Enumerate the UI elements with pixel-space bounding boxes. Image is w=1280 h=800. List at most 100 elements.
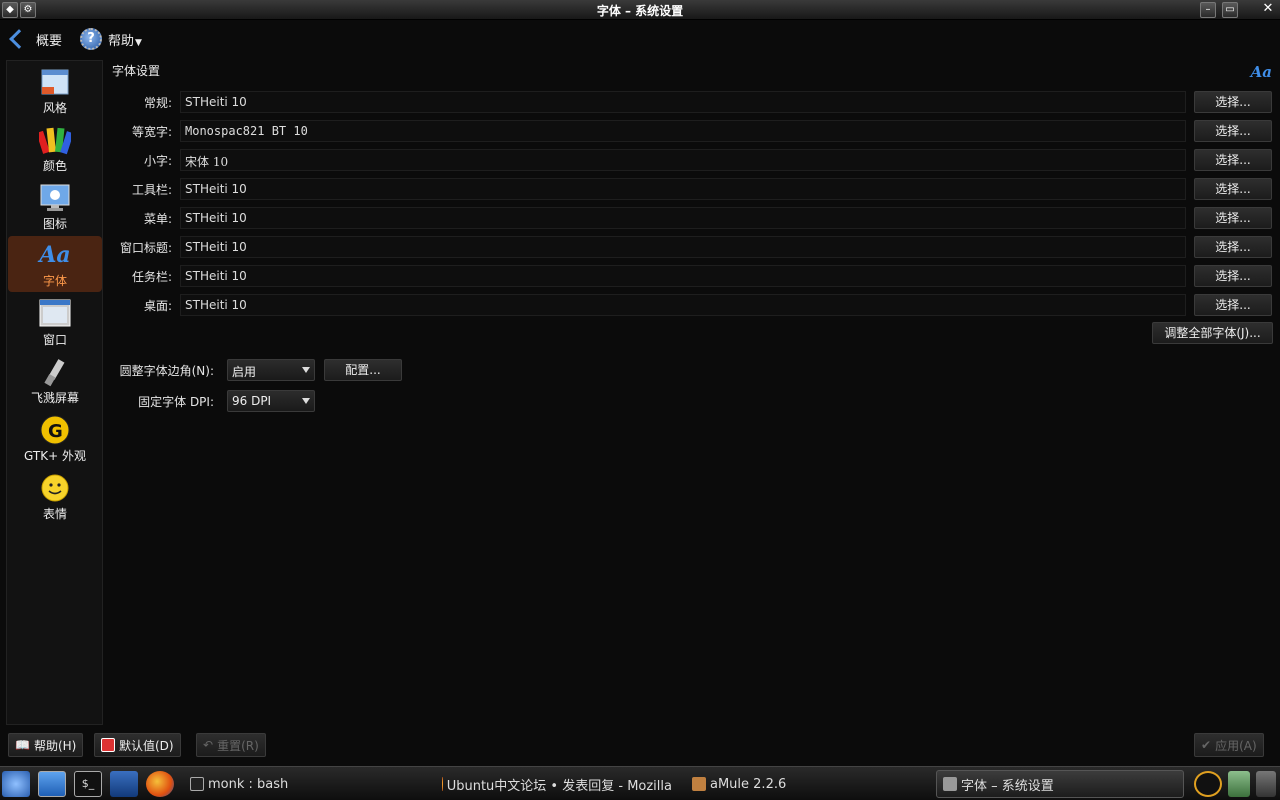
choose-button-fixed[interactable]: 选择... xyxy=(1194,120,1272,142)
chevron-down-icon: ▼ xyxy=(135,38,142,48)
sidebar-item-style[interactable]: 风格 xyxy=(8,63,102,119)
font-row-label: 桌面: xyxy=(143,299,172,313)
back-arrow-icon xyxy=(9,29,29,49)
antialias-config-button[interactable]: 配置... xyxy=(324,359,402,381)
window-icon xyxy=(39,299,71,329)
app-launcher-icon[interactable] xyxy=(2,771,30,797)
emoticon-icon xyxy=(39,473,71,503)
sidebar-item-label: 颜色 xyxy=(42,159,67,173)
checkmark-icon: ✔ xyxy=(1201,738,1212,752)
undo-icon: ↶ xyxy=(203,738,214,752)
font-row-desktop: 桌面: STHeiti 10 选择... xyxy=(104,293,1280,317)
chevron-down-icon xyxy=(302,367,310,373)
firefox-icon xyxy=(442,777,443,791)
help-button[interactable]: 📖 帮助(H) xyxy=(8,733,84,757)
reset-button-label: 重置(R) xyxy=(217,738,259,753)
task-amule[interactable]: aMule 2.2.6 xyxy=(686,770,926,798)
sidebar-item-label: 窗口 xyxy=(42,333,67,347)
splash-screen-icon xyxy=(39,357,71,387)
font-row-label: 小字: xyxy=(143,154,172,168)
apply-button[interactable]: ✔ 应用(A) xyxy=(1194,733,1264,757)
sidebar-item-splash[interactable]: 飞溅屏幕 xyxy=(8,353,102,409)
help-gear-icon: ? xyxy=(80,28,102,50)
sidebar-item-color[interactable]: 颜色 xyxy=(8,121,102,177)
clock-icon[interactable] xyxy=(1194,771,1222,797)
sidebar: 风格 颜色 图标 Aa 字体 窗口 飞溅屏幕 G GTK+ 外观 表情 xyxy=(6,60,103,725)
style-icon xyxy=(39,67,71,97)
sidebar-item-label: 字体 xyxy=(42,274,67,288)
section-title: 字体设置 xyxy=(112,64,161,78)
choose-button-desktop[interactable]: 选择... xyxy=(1194,294,1272,316)
font-row-fixed: 等宽字: Monospac821 BT 10 选择... xyxy=(104,119,1280,143)
task-label: 字体 – 系统设置 xyxy=(961,778,1054,794)
sidebar-item-icons[interactable]: 图标 xyxy=(8,179,102,235)
task-bash[interactable]: monk : bash xyxy=(184,770,424,798)
help-label: 帮助 xyxy=(108,33,135,49)
font-aa-icon: Aa xyxy=(1250,63,1272,81)
sidebar-item-label: 表情 xyxy=(42,507,67,521)
choose-button-small[interactable]: 选择... xyxy=(1194,149,1272,171)
font-value-window-title: STHeiti 10 xyxy=(180,236,1186,258)
defaults-button-label: 默认值(D) xyxy=(119,738,174,753)
adjust-all-fonts-button[interactable]: 调整全部字体(J)... xyxy=(1152,322,1273,344)
choose-button-general[interactable]: 选择... xyxy=(1194,91,1272,113)
task-system-settings[interactable]: 字体 – 系统设置 xyxy=(936,770,1184,798)
defaults-button[interactable]: 默认值(D) xyxy=(94,733,181,757)
sidebar-item-gtk[interactable]: G GTK+ 外观 xyxy=(8,411,102,467)
sidebar-item-label: 图标 xyxy=(42,217,67,231)
network-icon[interactable] xyxy=(1228,771,1250,797)
antialias-value: 启用 xyxy=(232,365,257,379)
overview-label: 概要 xyxy=(36,33,63,49)
overview-button[interactable]: 概要 xyxy=(6,27,62,51)
terminal-icon[interactable]: $_ xyxy=(74,771,102,797)
maximize-button[interactable]: ▭ xyxy=(1222,2,1238,18)
gtk-icon: G xyxy=(39,415,71,445)
font-row-general: 常规: STHeiti 10 选择... xyxy=(104,90,1280,114)
choose-button-menu[interactable]: 选择... xyxy=(1194,207,1272,229)
dpi-row: 固定字体 DPI: 96 DPI xyxy=(104,389,504,413)
dpi-value: 96 DPI xyxy=(232,394,272,408)
font-row-label: 常规: xyxy=(143,96,172,110)
choose-button-taskbar[interactable]: 选择... xyxy=(1194,265,1272,287)
system-settings-icon xyxy=(943,777,957,791)
antialias-label: 圆整字体边角(N): xyxy=(119,364,214,378)
window-title: 字体 – 系统设置 xyxy=(596,4,684,18)
choose-button-window-title[interactable]: 选择... xyxy=(1194,236,1272,258)
task-firefox[interactable]: Ubuntu中文论坛 • 发表回复 - Mozilla xyxy=(436,770,678,798)
font-row-taskbar: 任务栏: STHeiti 10 选择... xyxy=(104,264,1280,288)
font-value-general: STHeiti 10 xyxy=(180,91,1186,113)
dpi-label: 固定字体 DPI: xyxy=(138,395,214,409)
font-value-small: 宋体 10 xyxy=(180,149,1186,171)
show-desktop-icon[interactable] xyxy=(38,771,66,797)
color-palette-icon xyxy=(36,125,74,155)
help-button-label: 帮助(H) xyxy=(33,738,77,753)
sidebar-item-emoticons[interactable]: 表情 xyxy=(8,469,102,525)
pager-icon[interactable] xyxy=(1256,771,1276,797)
sidebar-item-label: GTK+ 外观 xyxy=(24,449,86,463)
close-button[interactable]: ✕ xyxy=(1260,2,1276,18)
reset-button[interactable]: ↶ 重置(R) xyxy=(196,733,266,757)
font-row-small: 小字: 宋体 10 选择... xyxy=(104,148,1280,172)
system-settings-icon[interactable] xyxy=(110,771,138,797)
help-menu-button[interactable]: ? 帮助 ▼ xyxy=(80,27,142,51)
font-row-menu: 菜单: STHeiti 10 选择... xyxy=(104,206,1280,230)
choose-button-toolbar[interactable]: 选择... xyxy=(1194,178,1272,200)
antialias-select[interactable]: 启用 xyxy=(227,359,315,381)
icons-icon xyxy=(39,183,71,213)
font-value-toolbar: STHeiti 10 xyxy=(180,178,1186,200)
font-row-label: 窗口标题: xyxy=(119,241,172,255)
font-row-toolbar: 工具栏: STHeiti 10 选择... xyxy=(104,177,1280,201)
terminal-icon xyxy=(190,777,204,791)
sidebar-item-window[interactable]: 窗口 xyxy=(8,295,102,351)
firefox-icon[interactable] xyxy=(146,771,174,797)
minimize-button[interactable]: – xyxy=(1200,2,1216,18)
font-value-desktop: STHeiti 10 xyxy=(180,294,1186,316)
dpi-select[interactable]: 96 DPI xyxy=(227,390,315,412)
sidebar-item-font[interactable]: Aa 字体 xyxy=(8,236,102,292)
sidebar-item-label: 飞溅屏幕 xyxy=(30,391,79,405)
font-value-menu: STHeiti 10 xyxy=(180,207,1186,229)
help-book-icon: 📖 xyxy=(15,738,30,752)
font-row-label: 等宽字: xyxy=(131,125,172,139)
defaults-icon xyxy=(101,738,115,752)
window-titlebar: ◆ ⚙ 字体 – 系统设置 – ▭ ✕ xyxy=(0,0,1280,20)
